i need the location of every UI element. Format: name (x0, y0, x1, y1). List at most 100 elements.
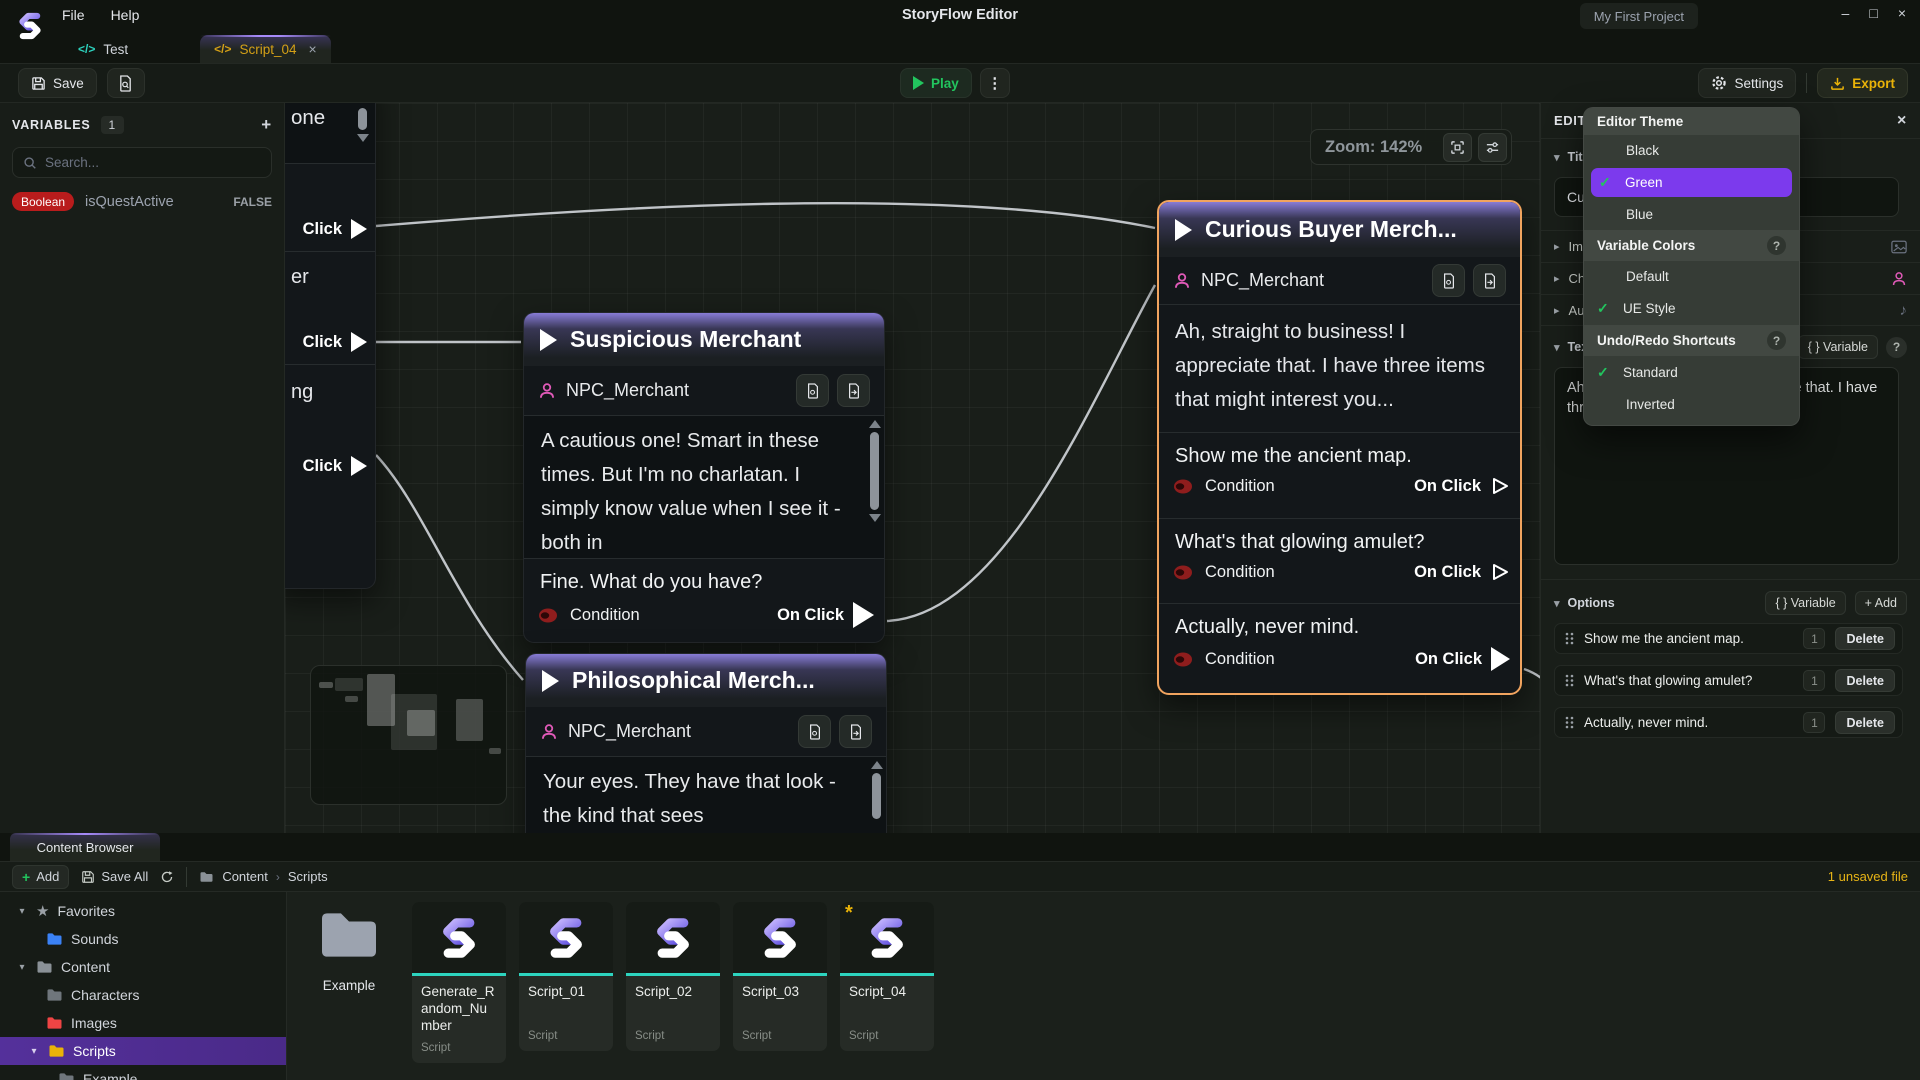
delete-option-button[interactable]: Delete (1835, 669, 1895, 692)
asset-card-script03[interactable]: Script_03 Script (733, 902, 827, 1051)
save-button[interactable]: Save (18, 68, 97, 98)
menu-item-default[interactable]: Default (1584, 261, 1799, 292)
scrollbar[interactable] (356, 108, 369, 158)
tree-item-example[interactable]: Example (0, 1065, 286, 1080)
maximize-icon[interactable]: □ (1869, 5, 1877, 21)
add-asset-button[interactable]: + Add (12, 865, 69, 889)
option-row[interactable]: Show me the ancient map. 1 Delete (1554, 623, 1903, 654)
option-text[interactable]: Show me the ancient map. (1159, 433, 1520, 470)
fit-view-button[interactable] (1443, 133, 1472, 162)
preview-file-button[interactable] (798, 715, 831, 748)
scrollbar[interactable] (868, 420, 881, 554)
drag-handle-icon[interactable] (1565, 632, 1574, 645)
menu-file[interactable]: File (62, 7, 85, 23)
tree-item-favorites[interactable]: ▾ ★ Favorites (0, 897, 286, 925)
menu-item-standard[interactable]: ✓ Standard (1584, 356, 1799, 389)
settings-button[interactable]: Settings (1698, 68, 1796, 98)
preview-file-button[interactable] (796, 374, 829, 407)
variables-search[interactable] (12, 147, 272, 178)
breadcrumb-scripts[interactable]: Scripts (288, 869, 328, 884)
tab-close-icon[interactable]: × (309, 41, 317, 57)
asset-card-script01[interactable]: Script_01 Script (519, 902, 613, 1051)
onclick-handle[interactable]: On Click (1415, 647, 1510, 671)
menu-item-blue[interactable]: Blue (1584, 199, 1799, 230)
node-clipped-left[interactable]: one Click er Click ng (285, 103, 376, 589)
delete-option-button[interactable]: Delete (1835, 711, 1895, 734)
tree-item-content[interactable]: ▾ Content (0, 953, 286, 981)
drag-handle-icon[interactable] (1565, 674, 1574, 687)
more-options-button[interactable]: ⋮ (980, 68, 1010, 98)
condition-label[interactable]: Condition (1205, 650, 1275, 669)
onclick-handle[interactable]: On Click (1414, 476, 1510, 496)
search-input[interactable] (45, 155, 261, 170)
option-row[interactable]: Actually, never mind. 1 Delete (1554, 707, 1903, 738)
dialogue-text[interactable]: Ah, straight to business! I appreciate t… (1159, 305, 1520, 433)
condition-label[interactable]: Condition (1205, 477, 1275, 496)
minimap[interactable] (310, 665, 507, 805)
menu-item-black[interactable]: Black (1584, 135, 1799, 166)
asset-card-generate-random-number[interactable]: Generate_Random_Number Script (412, 902, 506, 1063)
node-header[interactable]: Suspicious Merchant (524, 313, 884, 366)
export-button[interactable]: Export (1817, 68, 1908, 98)
menu-help[interactable]: Help (111, 7, 140, 23)
menu-item-ue-style[interactable]: ✓ UE Style (1584, 292, 1799, 325)
variable-row[interactable]: Boolean isQuestActive FALSE (12, 192, 272, 211)
node-graph-canvas[interactable]: one Click er Click ng (285, 103, 1540, 833)
onclick-handle[interactable]: Click (303, 219, 367, 239)
dialogue-text[interactable]: A cautious one! Smart in these times. Bu… (524, 416, 884, 558)
option-block[interactable]: What's that glowing amulet? Condition On… (1159, 518, 1520, 603)
add-variable-button[interactable]: + (261, 115, 272, 135)
tree-item-images[interactable]: Images (0, 1009, 286, 1037)
onclick-handle[interactable]: On Click (777, 602, 874, 628)
tree-item-sounds[interactable]: Sounds (0, 925, 286, 953)
breadcrumb-content[interactable]: Content (222, 869, 268, 884)
option-text[interactable]: Actually, never mind. (1159, 604, 1520, 641)
add-option-button[interactable]: + Add (1855, 591, 1907, 615)
node-curious-buyer-merchant[interactable]: Curious Buyer Merch... NPC_Merchant Ah, … (1157, 200, 1522, 695)
script-preview-button[interactable] (107, 68, 145, 98)
dialogue-text[interactable]: Your eyes. They have that look - the kin… (526, 757, 886, 833)
onclick-handle[interactable]: Click (303, 332, 367, 352)
onclick-handle[interactable]: Click (303, 456, 367, 476)
preview-file-button[interactable] (1432, 264, 1465, 297)
insert-variable-button[interactable]: { } Variable (1765, 591, 1845, 615)
save-all-button[interactable]: Save All (81, 869, 148, 884)
option-text[interactable]: What's that glowing amulet? (1159, 519, 1520, 556)
refresh-button[interactable] (160, 870, 174, 884)
tree-item-scripts[interactable]: ▾ Scripts (0, 1037, 286, 1065)
content-browser-tab[interactable]: Content Browser (10, 833, 160, 861)
option-block[interactable]: Actually, never mind. Condition On Click (1159, 603, 1520, 689)
chevron-down-icon[interactable]: ▾ (16, 962, 28, 973)
close-icon[interactable]: × (1898, 5, 1906, 21)
asset-card-script02[interactable]: Script_02 Script (626, 902, 720, 1051)
node-header[interactable]: Philosophical Merch... (526, 654, 886, 707)
tab-script04[interactable]: </> Script_04 × (200, 35, 331, 63)
minimize-icon[interactable]: – (1842, 5, 1850, 21)
scrollbar[interactable] (870, 761, 883, 833)
canvas-settings-button[interactable] (1478, 133, 1507, 162)
drag-handle-icon[interactable] (1565, 716, 1574, 729)
tab-test[interactable]: </> Test (64, 35, 142, 63)
asset-folder-example[interactable]: Example (299, 902, 399, 993)
play-button[interactable]: Play (900, 68, 972, 98)
option-block[interactable]: Show me the ancient map. Condition On Cl… (1159, 433, 1520, 518)
section-title[interactable]: ▾ Options (1554, 596, 1615, 610)
menu-item-inverted[interactable]: Inverted (1584, 389, 1799, 420)
open-file-button[interactable] (837, 374, 870, 407)
help-icon[interactable]: ? (1767, 331, 1786, 350)
condition-label[interactable]: Condition (1205, 563, 1275, 582)
node-header[interactable]: Curious Buyer Merch... (1159, 202, 1520, 257)
menu-item-green[interactable]: ✓ Green (1591, 168, 1792, 197)
open-file-button[interactable] (839, 715, 872, 748)
asset-card-script04[interactable]: * Script_04 Script (840, 902, 934, 1051)
node-philosophical-merchant[interactable]: Philosophical Merch... NPC_Merchant Your… (525, 653, 887, 833)
onclick-handle[interactable]: On Click (1414, 562, 1510, 582)
chevron-down-icon[interactable]: ▾ (28, 1046, 40, 1057)
delete-option-button[interactable]: Delete (1835, 627, 1895, 650)
node-suspicious-merchant[interactable]: Suspicious Merchant NPC_Merchant A cauti… (523, 312, 885, 643)
help-icon[interactable]: ? (1886, 337, 1907, 358)
condition-label[interactable]: Condition (570, 606, 640, 625)
help-icon[interactable]: ? (1767, 236, 1786, 255)
inspector-close-icon[interactable]: × (1897, 112, 1907, 130)
option-row[interactable]: What's that glowing amulet? 1 Delete (1554, 665, 1903, 696)
